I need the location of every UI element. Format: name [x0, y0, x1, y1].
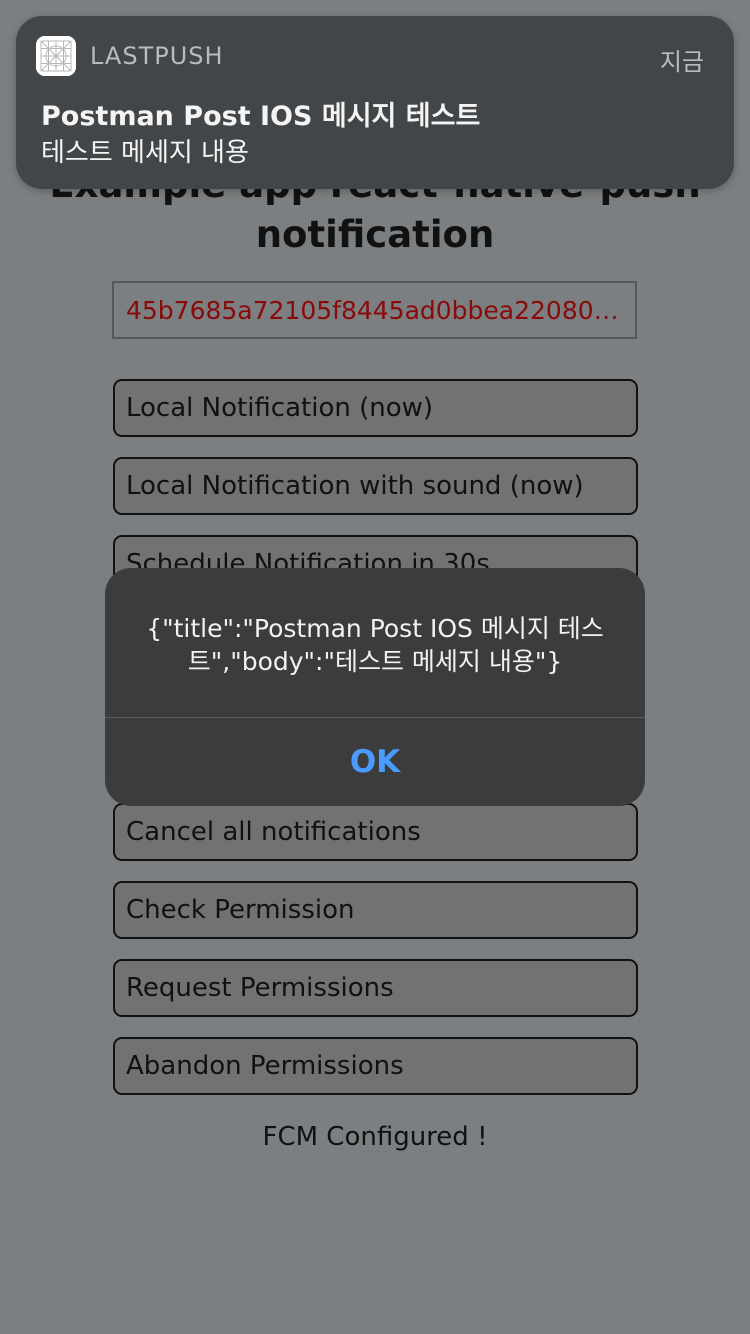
alert-message: {"title":"Postman Post IOS 메시지 테스트","bod… [146, 614, 604, 676]
banner-app-name: LASTPUSH [90, 42, 224, 70]
device-token-text: 45b7685a72105f8445ad0bbea220800000000000… [126, 295, 623, 325]
lastpush-app-icon [36, 36, 76, 76]
banner-body: 테스트 메세지 내용 [41, 138, 249, 168]
page-title-line-2: notification [255, 213, 495, 256]
alert-dialog: {"title":"Postman Post IOS 메시지 테스트","bod… [105, 568, 645, 806]
notification-banner[interactable]: LASTPUSH 지금 Postman Post IOS 메시지 테스트 테스트… [16, 16, 734, 189]
banner-title: Postman Post IOS 메시지 테스트 [41, 101, 481, 132]
local-notification-button[interactable]: Local Notification (now) [113, 379, 638, 437]
local-notification-sound-button[interactable]: Local Notification with sound (now) [113, 457, 638, 515]
fcm-status-text: FCM Configured ! [262, 1122, 488, 1152]
device-token-field[interactable]: 45b7685a72105f8445ad0bbea220800000000000… [112, 281, 637, 339]
request-permissions-button[interactable]: Request Permissions [113, 959, 638, 1017]
alert-ok-button[interactable]: OK [105, 718, 645, 806]
abandon-permissions-button[interactable]: Abandon Permissions [113, 1037, 638, 1095]
cancel-all-notifications-button[interactable]: Cancel all notifications [113, 803, 638, 861]
check-permission-button[interactable]: Check Permission [113, 881, 638, 939]
banner-timestamp: 지금 [659, 48, 704, 76]
